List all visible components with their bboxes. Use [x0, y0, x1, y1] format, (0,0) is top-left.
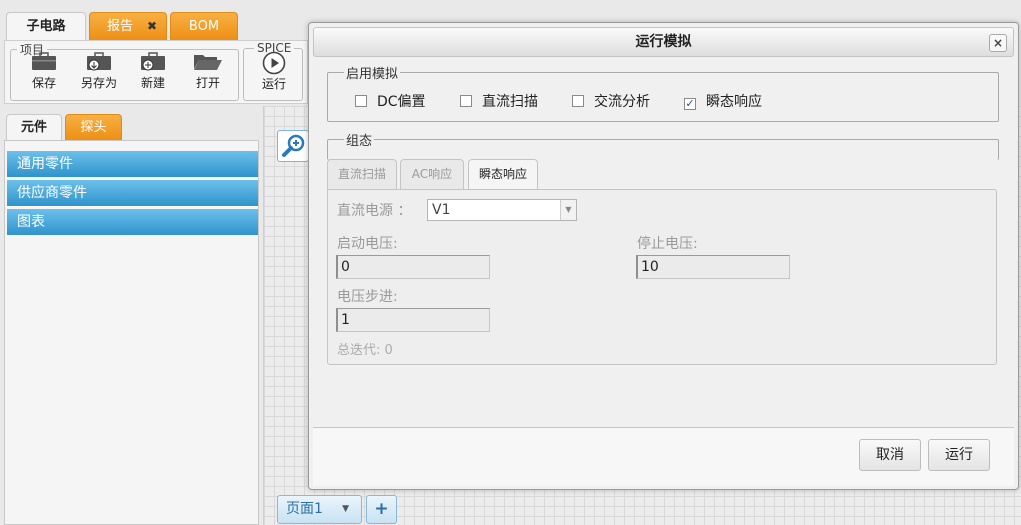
total-iterations: 总迭代: 0: [337, 343, 393, 358]
dialog-title-bar[interactable]: 运行模拟 ×: [313, 27, 1014, 57]
tab-bom[interactable]: BOM: [170, 12, 238, 40]
run-toolbar-button-label: 运行: [261, 77, 286, 91]
toolbar: 项目 SPICE 保存 另存为 新建 打开 运行: [4, 40, 308, 104]
zoom-in-icon: [282, 134, 305, 157]
checkbox-label: 瞬态响应: [706, 94, 762, 110]
new-button[interactable]: 新建: [128, 51, 178, 91]
tab-transient-response[interactable]: 瞬态响应: [468, 159, 538, 190]
checkbox-checked-icon[interactable]: ✓: [684, 98, 696, 110]
tab-subcircuit-label: 子电路: [26, 19, 66, 34]
tab-probes[interactable]: 探头: [65, 114, 122, 140]
checkbox-icon[interactable]: [460, 95, 472, 107]
tab-bom-label: BOM: [188, 19, 220, 34]
start-voltage-label: 启动电压:: [337, 236, 398, 252]
checkbox-label: 直流扫描: [482, 94, 538, 110]
tab-report[interactable]: 报告 ✖: [89, 12, 167, 40]
new-icon: [140, 51, 166, 71]
tab-components-label: 元件: [20, 120, 47, 135]
save-as-icon: [86, 51, 112, 71]
run-button[interactable]: 运行: [928, 439, 990, 471]
checkbox-dc-bias[interactable]: DC偏置: [355, 91, 426, 111]
checkbox-label: DC偏置: [377, 94, 426, 110]
config-section-label: 组态: [346, 134, 373, 149]
tab-probes-label: 探头: [80, 120, 107, 135]
sidebar-item-vendor-parts[interactable]: 供应商零件: [7, 180, 258, 207]
new-button-label: 新建: [140, 76, 165, 90]
checkbox-ac-analysis[interactable]: 交流分析: [572, 91, 650, 111]
start-voltage-input[interactable]: [336, 255, 490, 279]
dc-source-label: 直流电源 ：: [337, 203, 412, 219]
save-as-button-label: 另存为: [80, 76, 117, 90]
sidebar-item-charts[interactable]: 图表: [7, 209, 258, 236]
add-page-label: +: [374, 499, 389, 519]
close-icon[interactable]: ×: [989, 34, 1007, 52]
save-as-button[interactable]: 另存为: [74, 51, 124, 91]
tab-dc-sweep-label: 直流扫描: [337, 167, 386, 181]
enable-simulation-section: 启用模拟: [327, 63, 999, 122]
voltage-step-input[interactable]: [336, 308, 490, 332]
cancel-button-label: 取消: [876, 447, 904, 463]
play-icon: [262, 51, 286, 75]
sidebar-item-label: 通用零件: [17, 156, 73, 172]
tab-ac-response[interactable]: AC响应: [400, 159, 464, 189]
enable-section-label: 启用模拟: [346, 67, 399, 82]
run-simulation-dialog: 运行模拟 × 启用模拟 DC偏置 直流扫描 交流分析 ✓ 瞬态响应 组态 直流扫描…: [308, 22, 1019, 490]
run-toolbar-button[interactable]: 运行: [249, 51, 299, 92]
checkbox-icon[interactable]: [572, 95, 584, 107]
chevron-down-icon[interactable]: ▼: [560, 200, 576, 220]
open-button-label: 打开: [195, 76, 220, 90]
tab-dc-sweep[interactable]: 直流扫描: [327, 159, 397, 189]
tab-subcircuit[interactable]: 子电路: [6, 12, 86, 42]
zoom-in-button[interactable]: [277, 130, 309, 162]
save-button-label: 保存: [31, 76, 56, 90]
cancel-button[interactable]: 取消: [859, 439, 921, 471]
checkbox-icon[interactable]: [355, 95, 367, 107]
checkbox-transient[interactable]: ✓ 瞬态响应: [684, 91, 762, 111]
config-section: 组态: [327, 130, 999, 160]
page-selector[interactable]: 页面1 ▼: [277, 495, 362, 524]
tab-transient-response-label: 瞬态响应: [478, 167, 527, 181]
checkbox-label: 交流分析: [594, 94, 650, 110]
page-selector-label: 页面1: [286, 501, 323, 517]
dc-source-value: V1: [432, 202, 451, 218]
checkbox-dc-sweep[interactable]: 直流扫描: [460, 91, 538, 111]
tab-components[interactable]: 元件: [6, 114, 62, 141]
component-panel: 通用零件 供应商零件 图表: [4, 140, 259, 525]
sidebar-item-label: 供应商零件: [17, 185, 87, 201]
tab-ac-response-label: AC响应: [411, 167, 453, 181]
run-button-label: 运行: [945, 447, 973, 463]
caret-down-icon: ▼: [342, 504, 349, 514]
add-page-button[interactable]: +: [366, 495, 397, 524]
dialog-title: 运行模拟: [635, 34, 692, 50]
stop-voltage-label: 停止电压:: [637, 236, 698, 252]
sidebar-item-generic-parts[interactable]: 通用零件: [7, 151, 258, 178]
open-button[interactable]: 打开: [183, 51, 233, 91]
close-icon[interactable]: ✖: [147, 13, 157, 40]
voltage-step-label: 电压步进:: [337, 289, 398, 305]
folder-open-icon: [193, 51, 223, 71]
stop-voltage-input[interactable]: [636, 255, 790, 279]
save-button[interactable]: 保存: [19, 51, 69, 91]
briefcase-icon: [31, 51, 57, 71]
tab-report-label: 报告: [106, 19, 133, 34]
sidebar-item-label: 图表: [17, 214, 45, 230]
dc-source-select[interactable]: V1 ▼: [427, 199, 577, 221]
